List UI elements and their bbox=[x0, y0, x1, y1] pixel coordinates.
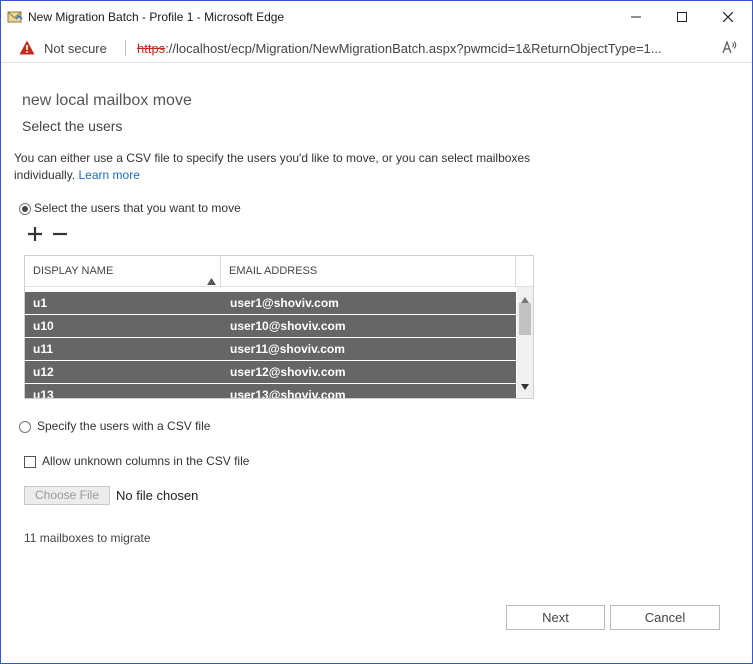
option-csv-file[interactable]: Specify the users with a CSV file bbox=[19, 419, 210, 433]
cell-email: user10@shoviv.com bbox=[230, 319, 346, 333]
allow-unknown-columns-label: Allow unknown columns in the CSV file bbox=[42, 454, 250, 468]
cell-display-name: u1 bbox=[33, 296, 48, 310]
url-path: ://localhost/ecp/Migration/NewMigrationB… bbox=[165, 41, 662, 56]
column-email-label: EMAIL ADDRESS bbox=[229, 265, 318, 277]
table-row[interactable]: u12 user12@shoviv.com bbox=[25, 361, 516, 383]
window-title: New Migration Batch - Profile 1 - Micros… bbox=[28, 10, 285, 24]
cell-email: user13@shoviv.com bbox=[230, 388, 346, 398]
select-users-label: Select the users that you want to move bbox=[34, 201, 241, 215]
intro-text: You can either use a CSV file to specify… bbox=[14, 150, 554, 184]
cell-display-name: u10 bbox=[33, 319, 54, 333]
users-table: DISPLAY NAME EMAIL ADDRESS u1 user1@shov… bbox=[24, 255, 534, 399]
table-row[interactable]: u13 user13@shoviv.com bbox=[25, 384, 516, 398]
migration-app-icon bbox=[7, 10, 23, 24]
warning-icon[interactable] bbox=[19, 40, 35, 60]
browser-window: New Migration Batch - Profile 1 - Micros… bbox=[0, 0, 753, 664]
cancel-button[interactable]: Cancel bbox=[610, 605, 720, 630]
csv-label: Specify the users with a CSV file bbox=[37, 419, 211, 433]
cell-display-name: u13 bbox=[33, 388, 54, 398]
scroll-down-icon[interactable] bbox=[521, 377, 529, 395]
table-rows: u1 user1@shoviv.com u10 user10@shoviv.co… bbox=[25, 292, 516, 398]
page-subtitle: Select the users bbox=[22, 118, 123, 134]
learn-more-link[interactable]: Learn more bbox=[79, 168, 140, 182]
minimize-button[interactable] bbox=[613, 1, 659, 33]
cell-email: user12@shoviv.com bbox=[230, 365, 346, 379]
table-row[interactable]: u1 user1@shoviv.com bbox=[25, 292, 516, 314]
column-email-address[interactable]: EMAIL ADDRESS bbox=[221, 256, 516, 287]
column-display-name-label: DISPLAY NAME bbox=[33, 265, 114, 277]
address-bar[interactable]: Not secure https://localhost/ecp/Migrati… bbox=[1, 33, 752, 63]
remove-user-button[interactable] bbox=[51, 225, 69, 243]
choose-file-button[interactable]: Choose File bbox=[24, 486, 110, 505]
mailbox-count: 11 mailboxes to migrate bbox=[24, 531, 151, 545]
security-label[interactable]: Not secure bbox=[44, 41, 107, 56]
maximize-button[interactable] bbox=[659, 1, 705, 33]
cell-display-name: u12 bbox=[33, 365, 54, 379]
close-button[interactable] bbox=[705, 1, 751, 33]
option-select-users[interactable]: Select the users that you want to move bbox=[19, 201, 241, 215]
select-users-radio[interactable] bbox=[19, 202, 31, 215]
cell-display-name: u11 bbox=[33, 342, 54, 356]
table-row[interactable]: u11 user11@shoviv.com bbox=[25, 338, 516, 360]
allow-unknown-columns[interactable]: Allow unknown columns in the CSV file bbox=[24, 454, 249, 468]
next-button[interactable]: Next bbox=[506, 605, 605, 630]
table-scrollbar[interactable] bbox=[517, 287, 533, 398]
no-file-label: No file chosen bbox=[116, 488, 199, 503]
cell-email: user1@shoviv.com bbox=[230, 296, 339, 310]
scroll-thumb[interactable] bbox=[519, 303, 531, 335]
url-text[interactable]: https://localhost/ecp/Migration/NewMigra… bbox=[137, 41, 712, 56]
cell-email: user11@shoviv.com bbox=[230, 342, 345, 356]
table-row[interactable]: u10 user10@shoviv.com bbox=[25, 315, 516, 337]
table-header: DISPLAY NAME EMAIL ADDRESS bbox=[25, 256, 533, 287]
column-display-name[interactable]: DISPLAY NAME bbox=[25, 256, 221, 287]
allow-unknown-columns-checkbox[interactable] bbox=[24, 455, 36, 468]
title-bar: New Migration Batch - Profile 1 - Micros… bbox=[1, 1, 752, 33]
csv-radio[interactable] bbox=[19, 420, 31, 433]
url-protocol: https bbox=[137, 41, 166, 56]
address-divider bbox=[125, 40, 126, 56]
read-aloud-icon[interactable] bbox=[721, 39, 737, 58]
add-user-button[interactable] bbox=[26, 225, 44, 243]
page-title: new local mailbox move bbox=[22, 92, 192, 109]
